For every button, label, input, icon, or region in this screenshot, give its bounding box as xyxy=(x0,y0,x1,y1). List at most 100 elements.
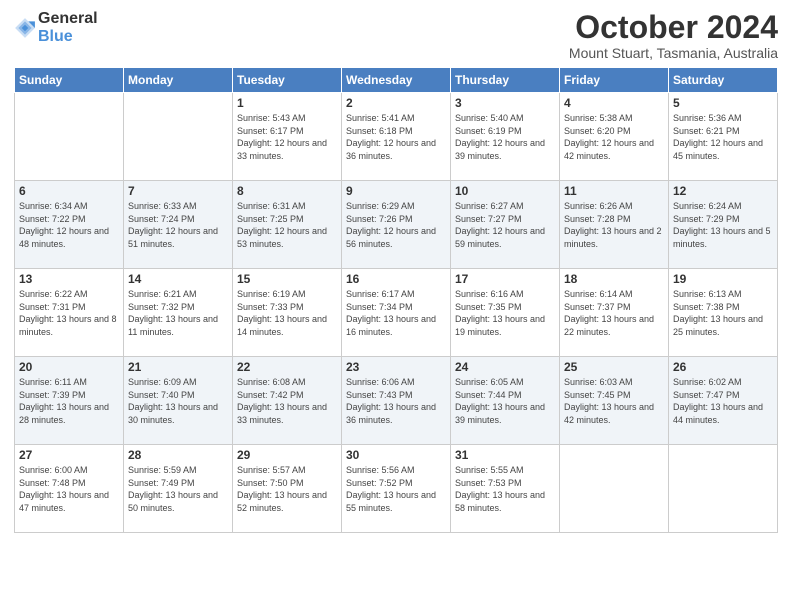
header: General Blue October 2024 Mount Stuart, … xyxy=(14,10,778,61)
day-info: Sunrise: 6:24 AM Sunset: 7:29 PM Dayligh… xyxy=(673,200,773,250)
day-info: Sunrise: 6:17 AM Sunset: 7:34 PM Dayligh… xyxy=(346,288,446,338)
day-info: Sunrise: 6:19 AM Sunset: 7:33 PM Dayligh… xyxy=(237,288,337,338)
day-number: 23 xyxy=(346,360,446,374)
day-number: 22 xyxy=(237,360,337,374)
calendar-cell: 1 Sunrise: 5:43 AM Sunset: 6:17 PM Daylig… xyxy=(233,93,342,181)
logo-icon xyxy=(14,17,36,39)
calendar-cell: 11Sunrise: 6:26 AM Sunset: 7:28 PM Dayli… xyxy=(560,181,669,269)
logo-text: General Blue xyxy=(38,10,98,45)
location-subtitle: Mount Stuart, Tasmania, Australia xyxy=(569,45,778,61)
day-info: Sunrise: 6:00 AM Sunset: 7:48 PM Dayligh… xyxy=(19,464,119,514)
week-row-4: 20Sunrise: 6:11 AM Sunset: 7:39 PM Dayli… xyxy=(15,357,778,445)
logo: General Blue xyxy=(14,10,98,45)
header-monday: Monday xyxy=(124,68,233,93)
day-number: 6 xyxy=(19,184,119,198)
header-sunday: Sunday xyxy=(15,68,124,93)
calendar-cell: 6Sunrise: 6:34 AM Sunset: 7:22 PM Daylig… xyxy=(15,181,124,269)
calendar-cell xyxy=(15,93,124,181)
calendar-cell: 10 Sunrise: 6:27 AM Sunset: 7:27 PM Dayli… xyxy=(451,181,560,269)
day-number: 3 xyxy=(455,96,555,110)
calendar-cell: 23 Sunrise: 6:06 AM Sunset: 7:43 PM Dayli… xyxy=(342,357,451,445)
calendar-cell: 22 Sunrise: 6:08 AM Sunset: 7:42 PM Dayli… xyxy=(233,357,342,445)
day-number: 4 xyxy=(564,96,664,110)
calendar-cell xyxy=(669,445,778,533)
calendar-cell: 15 Sunrise: 6:19 AM Sunset: 7:33 PM Dayli… xyxy=(233,269,342,357)
logo-blue-text: Blue xyxy=(38,28,98,46)
day-info: Sunrise: 6:33 AM Sunset: 7:24 PM Dayligh… xyxy=(128,200,228,250)
calendar-cell: 25 Sunrise: 6:03 AM Sunset: 7:45 PM Dayli… xyxy=(560,357,669,445)
day-number: 5 xyxy=(673,96,773,110)
day-number: 19 xyxy=(673,272,773,286)
day-number: 29 xyxy=(237,448,337,462)
calendar-cell: 12Sunrise: 6:24 AM Sunset: 7:29 PM Dayli… xyxy=(669,181,778,269)
calendar-cell: 5 Sunrise: 5:36 AM Sunset: 6:21 PM Daylig… xyxy=(669,93,778,181)
week-row-3: 13 Sunrise: 6:22 AM Sunset: 7:31 PM Dayli… xyxy=(15,269,778,357)
day-number: 31 xyxy=(455,448,555,462)
day-info: Sunrise: 6:27 AM Sunset: 7:27 PM Dayligh… xyxy=(455,200,555,250)
day-info: Sunrise: 5:40 AM Sunset: 6:19 PM Dayligh… xyxy=(455,112,555,162)
calendar: Sunday Monday Tuesday Wednesday Thursday… xyxy=(14,67,778,533)
month-title: October 2024 xyxy=(569,10,778,45)
calendar-cell: 17Sunrise: 6:16 AM Sunset: 7:35 PM Dayli… xyxy=(451,269,560,357)
day-number: 25 xyxy=(564,360,664,374)
day-info: Sunrise: 6:09 AM Sunset: 7:40 PM Dayligh… xyxy=(128,376,228,426)
header-friday: Friday xyxy=(560,68,669,93)
day-info: Sunrise: 6:29 AM Sunset: 7:26 PM Dayligh… xyxy=(346,200,446,250)
day-number: 9 xyxy=(346,184,446,198)
calendar-cell: 21Sunrise: 6:09 AM Sunset: 7:40 PM Dayli… xyxy=(124,357,233,445)
calendar-cell: 20Sunrise: 6:11 AM Sunset: 7:39 PM Dayli… xyxy=(15,357,124,445)
week-row-1: 1 Sunrise: 5:43 AM Sunset: 6:17 PM Daylig… xyxy=(15,93,778,181)
day-info: Sunrise: 6:08 AM Sunset: 7:42 PM Dayligh… xyxy=(237,376,337,426)
calendar-cell: 27 Sunrise: 6:00 AM Sunset: 7:48 PM Dayli… xyxy=(15,445,124,533)
calendar-cell: 9 Sunrise: 6:29 AM Sunset: 7:26 PM Daylig… xyxy=(342,181,451,269)
day-info: Sunrise: 6:05 AM Sunset: 7:44 PM Dayligh… xyxy=(455,376,555,426)
day-info: Sunrise: 6:06 AM Sunset: 7:43 PM Dayligh… xyxy=(346,376,446,426)
day-info: Sunrise: 5:41 AM Sunset: 6:18 PM Dayligh… xyxy=(346,112,446,162)
day-number: 1 xyxy=(237,96,337,110)
day-info: Sunrise: 5:55 AM Sunset: 7:53 PM Dayligh… xyxy=(455,464,555,514)
calendar-cell: 16 Sunrise: 6:17 AM Sunset: 7:34 PM Dayli… xyxy=(342,269,451,357)
header-saturday: Saturday xyxy=(669,68,778,93)
day-number: 16 xyxy=(346,272,446,286)
calendar-cell: 13 Sunrise: 6:22 AM Sunset: 7:31 PM Dayli… xyxy=(15,269,124,357)
day-info: Sunrise: 6:14 AM Sunset: 7:37 PM Dayligh… xyxy=(564,288,664,338)
day-info: Sunrise: 5:36 AM Sunset: 6:21 PM Dayligh… xyxy=(673,112,773,162)
calendar-cell: 28Sunrise: 5:59 AM Sunset: 7:49 PM Dayli… xyxy=(124,445,233,533)
day-number: 15 xyxy=(237,272,337,286)
calendar-cell: 3 Sunrise: 5:40 AM Sunset: 6:19 PM Daylig… xyxy=(451,93,560,181)
calendar-cell: 24 Sunrise: 6:05 AM Sunset: 7:44 PM Dayli… xyxy=(451,357,560,445)
day-info: Sunrise: 6:16 AM Sunset: 7:35 PM Dayligh… xyxy=(455,288,555,338)
day-info: Sunrise: 5:57 AM Sunset: 7:50 PM Dayligh… xyxy=(237,464,337,514)
calendar-cell: 18 Sunrise: 6:14 AM Sunset: 7:37 PM Dayli… xyxy=(560,269,669,357)
header-wednesday: Wednesday xyxy=(342,68,451,93)
day-header-row: Sunday Monday Tuesday Wednesday Thursday… xyxy=(15,68,778,93)
day-number: 13 xyxy=(19,272,119,286)
week-row-5: 27 Sunrise: 6:00 AM Sunset: 7:48 PM Dayli… xyxy=(15,445,778,533)
day-info: Sunrise: 5:38 AM Sunset: 6:20 PM Dayligh… xyxy=(564,112,664,162)
day-number: 26 xyxy=(673,360,773,374)
calendar-cell xyxy=(560,445,669,533)
calendar-cell: 31 Sunrise: 5:55 AM Sunset: 7:53 PM Dayli… xyxy=(451,445,560,533)
day-info: Sunrise: 6:13 AM Sunset: 7:38 PM Dayligh… xyxy=(673,288,773,338)
day-info: Sunrise: 5:56 AM Sunset: 7:52 PM Dayligh… xyxy=(346,464,446,514)
day-number: 2 xyxy=(346,96,446,110)
day-number: 18 xyxy=(564,272,664,286)
day-number: 24 xyxy=(455,360,555,374)
day-number: 8 xyxy=(237,184,337,198)
calendar-cell: 2 Sunrise: 5:41 AM Sunset: 6:18 PM Daylig… xyxy=(342,93,451,181)
calendar-body: 1 Sunrise: 5:43 AM Sunset: 6:17 PM Daylig… xyxy=(15,93,778,533)
day-info: Sunrise: 6:22 AM Sunset: 7:31 PM Dayligh… xyxy=(19,288,119,338)
calendar-header: Sunday Monday Tuesday Wednesday Thursday… xyxy=(15,68,778,93)
day-info: Sunrise: 5:43 AM Sunset: 6:17 PM Dayligh… xyxy=(237,112,337,162)
day-number: 10 xyxy=(455,184,555,198)
day-info: Sunrise: 6:21 AM Sunset: 7:32 PM Dayligh… xyxy=(128,288,228,338)
title-section: October 2024 Mount Stuart, Tasmania, Aus… xyxy=(569,10,778,61)
day-info: Sunrise: 6:11 AM Sunset: 7:39 PM Dayligh… xyxy=(19,376,119,426)
calendar-cell: 14Sunrise: 6:21 AM Sunset: 7:32 PM Dayli… xyxy=(124,269,233,357)
day-number: 27 xyxy=(19,448,119,462)
day-number: 11 xyxy=(564,184,664,198)
calendar-cell: 4 Sunrise: 5:38 AM Sunset: 6:20 PM Daylig… xyxy=(560,93,669,181)
day-info: Sunrise: 6:03 AM Sunset: 7:45 PM Dayligh… xyxy=(564,376,664,426)
week-row-2: 6Sunrise: 6:34 AM Sunset: 7:22 PM Daylig… xyxy=(15,181,778,269)
calendar-cell: 29 Sunrise: 5:57 AM Sunset: 7:50 PM Dayli… xyxy=(233,445,342,533)
